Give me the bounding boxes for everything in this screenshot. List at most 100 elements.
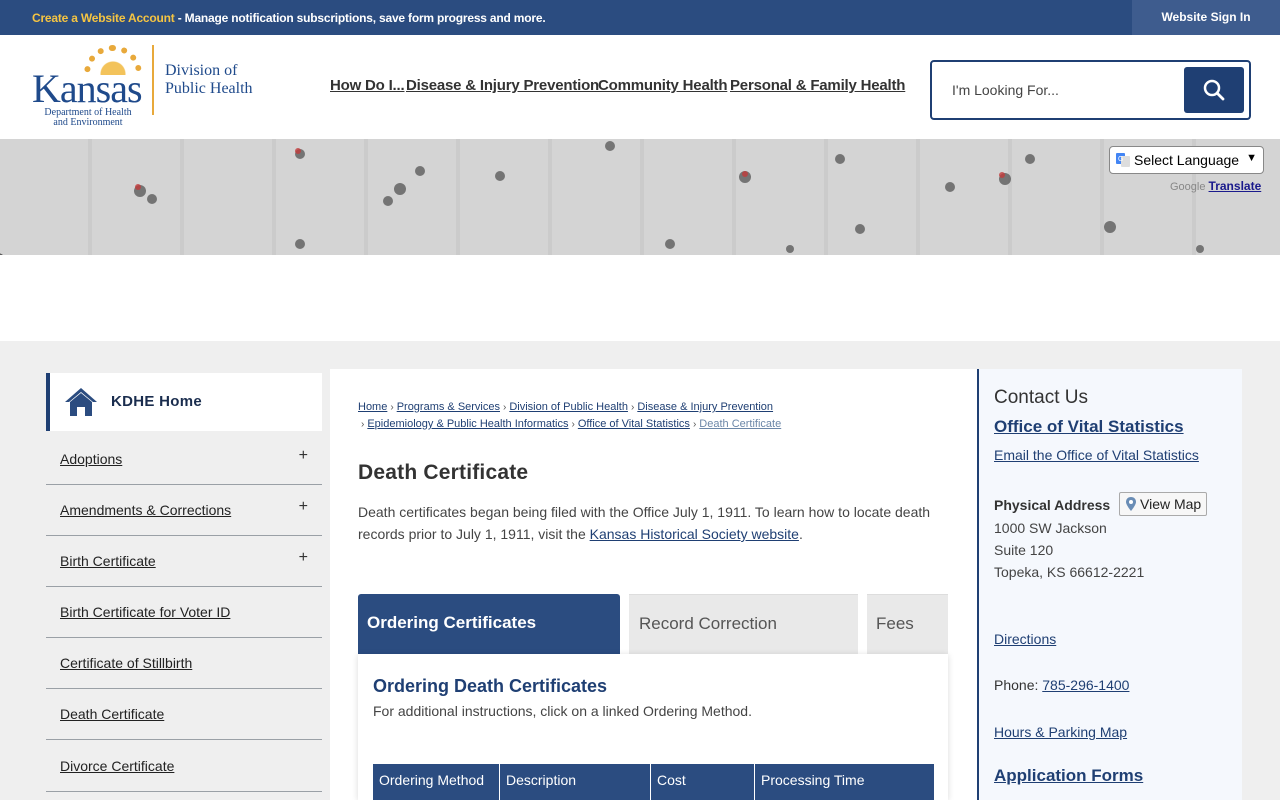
breadcrumb: Home › Programs & Services › Division of Pub… [358,399,958,433]
home-icon [65,388,97,416]
hero-banner [0,139,1280,255]
phone-label: Phone: [994,677,1043,693]
expand-icon[interactable]: + [299,549,308,567]
contact-heading: Contact Us [994,387,1088,408]
panel-heading: Ordering Death Certificates [373,676,608,696]
sidebar-home-label: KDHE Home [111,393,203,410]
breadcrumb-programs[interactable]: Programs & Services [397,401,500,413]
breadcrumb-home[interactable]: Home [358,401,387,413]
breadcrumb-vital-statistics[interactable]: Office of Vital Statistics [578,418,690,430]
division-line1: Division of [165,62,238,79]
top-bar: Create a Website Account - Manage notifi… [0,0,1280,35]
breadcrumb-disease[interactable]: Disease & Injury Prevention [637,401,773,413]
language-select[interactable]: G Select Language ▼ [1109,146,1264,174]
tab-fees[interactable]: Fees [867,594,948,654]
ordering-table-header: Ordering Method Description Cost Process… [373,764,934,800]
contact-sidebar: Contact Us Office of Vital Statistics Em… [977,369,1242,800]
breadcrumb-separator: › [692,419,697,430]
logo-dept-line2: and Environment [53,117,123,128]
sidebar-item-divorce-certificate[interactable]: Divorce Certificate [46,741,322,792]
kansas-historical-society-link[interactable]: Kansas Historical Society website [590,526,799,542]
expand-icon[interactable]: + [299,498,308,516]
column-processing-time: Processing Time [761,772,865,788]
address-block: 1000 SW Jackson Suite 120 Topeka, KS 666… [994,517,1144,583]
sidebar-item-label: Amendments & Corrections [60,502,232,518]
sidebar-item-label: Adoptions [60,451,123,467]
tab-record-correction[interactable]: Record Correction [629,594,858,654]
logo-division: Division of Public Health [165,62,253,98]
promo-text: - Manage notification subscriptions, sav… [174,11,546,25]
nav-personal-family-health[interactable]: Personal & Family Health [730,77,905,94]
intro-end: . [798,526,803,542]
sidebar-item-birth-certificate[interactable]: Birth Certificate + [46,536,322,587]
google-translate-attribution: Google Translate [1170,179,1261,193]
nav-how-do-i[interactable]: How Do I... [330,77,405,94]
office-link[interactable]: Office of Vital Statistics [994,417,1184,437]
phone-row: Phone: 785-296-1400 [994,677,1129,693]
breadcrumb-separator: › [361,419,365,430]
column-ordering-method: Ordering Method [373,764,500,800]
nav-community-health[interactable]: Community Health [598,77,728,94]
panel-subtext: For additional instructions, click on a … [373,703,752,719]
address-line2: Suite 120 [994,542,1054,558]
breadcrumb-division[interactable]: Division of Public Health [509,401,628,413]
sidebar-item-label: Certificate of Stillbirth [60,655,193,671]
column-description: Description [500,764,651,800]
directions-link[interactable]: Directions [994,631,1056,647]
address-line1: 1000 SW Jackson [994,520,1107,536]
account-promo: Create a Website Account - Manage notifi… [32,11,546,25]
breadcrumb-separator: › [390,402,394,413]
column-cost: Cost [651,764,755,800]
people-network-image [0,141,1204,255]
hours-parking-link[interactable]: Hours & Parking Map [994,724,1127,740]
sidebar-item-adoptions[interactable]: Adoptions + [46,434,322,485]
division-line2: Public Health [165,80,253,97]
breadcrumb-separator: › [571,419,575,430]
google-label: Google [1170,181,1206,193]
svg-text:G: G [1118,156,1123,163]
breadcrumb-separator: › [630,402,635,413]
sidebar-item-label: Death Certificate [60,706,165,722]
main-content: Home › Programs & Services › Division of Pub… [330,369,977,800]
email-office-link[interactable]: Email the Office of Vital Statistics [994,447,1199,463]
search-input[interactable] [940,70,1180,110]
google-translate-icon: G [1116,153,1130,167]
intro-paragraph: Death certificates began being filed wit… [358,501,948,545]
phone-link[interactable]: 785-296-1400 [1042,677,1129,693]
site-header: Kansas Department of Health and Environm… [0,35,1280,139]
kdhe-logo[interactable]: Kansas Department of Health and Environm… [32,45,257,128]
view-map-button[interactable]: View Map [1119,492,1207,516]
application-forms-heading[interactable]: Application Forms [994,766,1143,786]
view-map-label: View Map [1140,496,1202,512]
tab-ordering-certificates[interactable]: Ordering Certificates [358,594,620,654]
nav-disease-injury-prevention[interactable]: Disease & Injury Prevention [406,77,599,94]
sidebar-item-label: Birth Certificate for Voter ID [60,604,231,620]
website-sign-in-button[interactable]: Website Sign In [1132,0,1280,35]
page-title: Death Certificate [358,461,529,484]
tab-panel-ordering: Ordering Death Certificates For addition… [358,654,948,800]
physical-address-label: Physical Address [994,497,1110,513]
expand-icon[interactable]: + [299,447,308,465]
breadcrumb-epidemiology[interactable]: Epidemiology & Public Health Informatics [367,418,568,430]
breadcrumb-current[interactable]: Death Certificate [699,418,781,430]
sidebar-item-stillbirth[interactable]: Certificate of Stillbirth [46,638,322,689]
translate-link[interactable]: Translate [1209,179,1262,193]
sidebar-item-kdhe-home[interactable]: KDHE Home [46,373,322,431]
sidebar-item-amendments[interactable]: Amendments & Corrections + [46,485,322,536]
physical-address-text: Physical Address [994,497,1111,513]
sidebar-item-death-certificate[interactable]: Death Certificate [46,689,322,740]
sidebar-item-birth-certificate-voter-id[interactable]: Birth Certificate for Voter ID [46,587,322,638]
map-pin-icon [1126,497,1136,511]
create-account-link[interactable]: Create a Website Account [32,11,175,25]
language-select-label: Select Language [1134,152,1240,168]
search-button[interactable] [1184,67,1244,113]
sidebar-item-label: Birth Certificate [60,553,156,569]
logo-divider [152,45,154,115]
site-search [930,60,1251,120]
address-line3: Topeka, KS 66612-2221 [994,564,1145,580]
breadcrumb-separator: › [503,402,507,413]
logo-department: Department of Health and Environment [38,108,138,128]
header-spacer [0,255,1280,342]
chevron-down-icon: ▼ [1246,152,1257,164]
search-icon [1203,79,1225,101]
